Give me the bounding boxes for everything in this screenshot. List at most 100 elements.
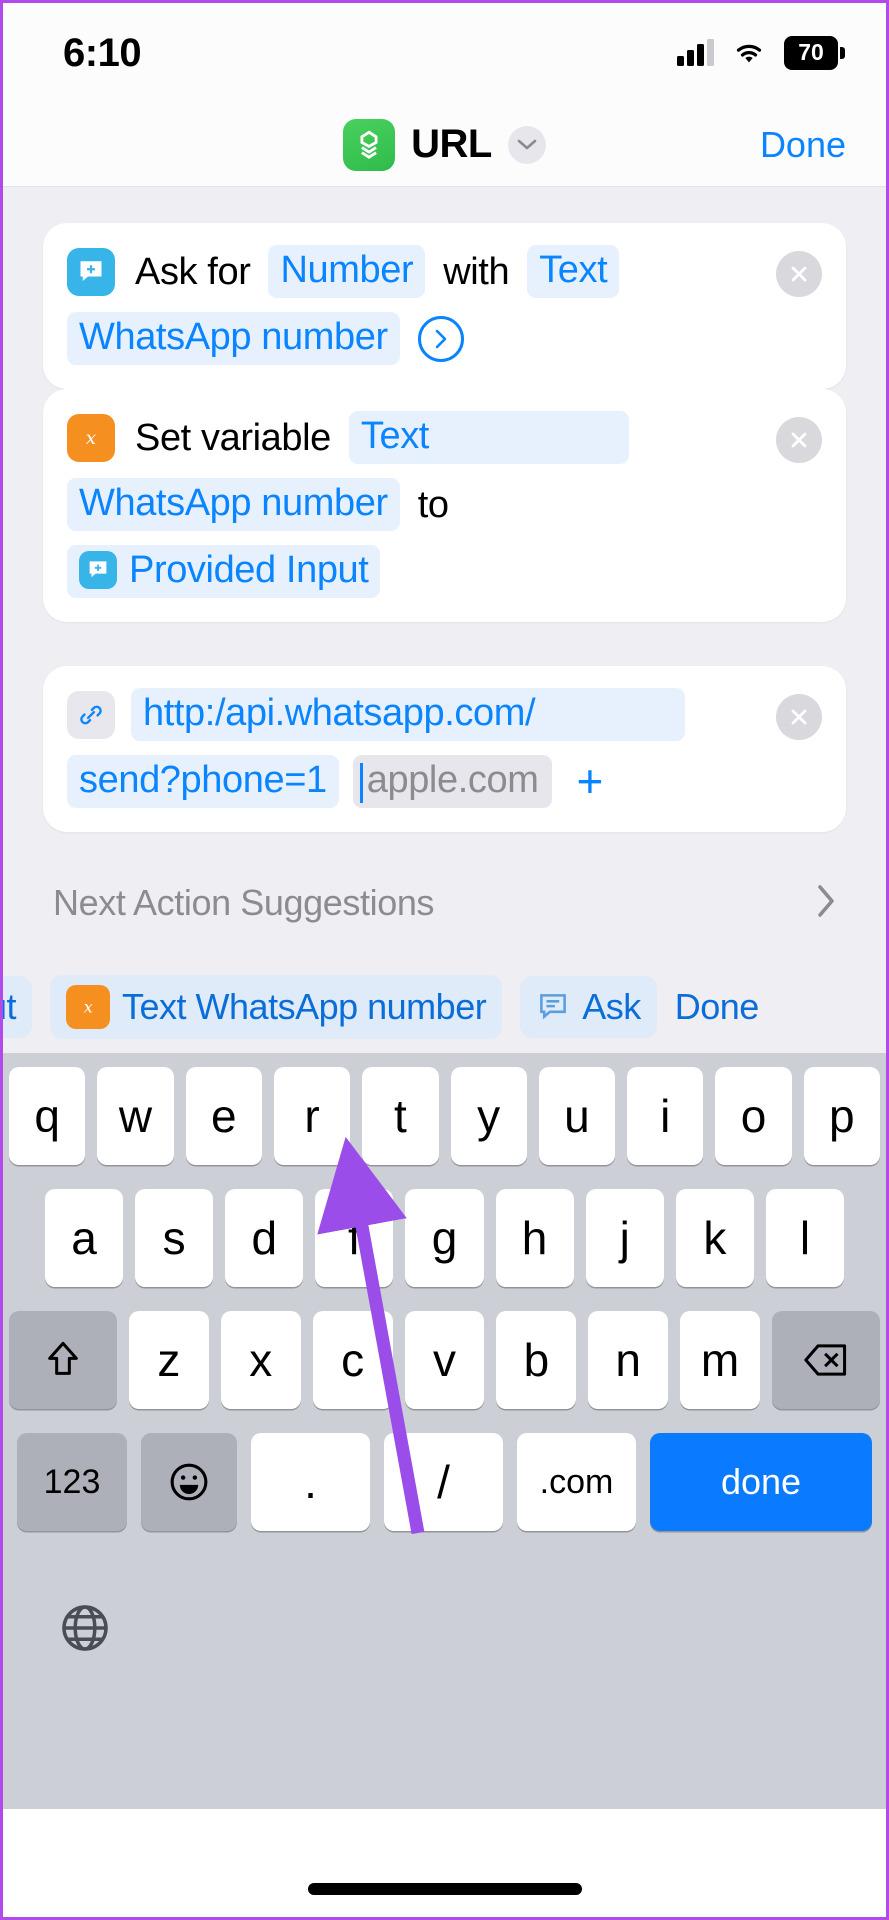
key-j[interactable]: j	[585, 1189, 664, 1287]
action-text: Set variable	[135, 416, 331, 459]
key-u[interactable]: u	[538, 1067, 616, 1165]
set-variable-icon: x	[66, 985, 111, 1029]
keyboard-row-3: zxcvbnm	[9, 1311, 881, 1409]
variable-suggestion-bar: ut x Text WhatsApp number Ask Done	[3, 961, 886, 1053]
shift-key[interactable]	[9, 1311, 117, 1409]
variable-name-pill[interactable]: WhatsApp number	[67, 478, 400, 531]
url-text-line2[interactable]: send?phone=1	[67, 755, 339, 808]
clipped-variable-chip[interactable]: ut	[3, 976, 33, 1038]
key-t[interactable]: t	[362, 1067, 439, 1165]
ask-prompt-type-pill[interactable]: Text	[527, 245, 620, 298]
key-c[interactable]: c	[312, 1311, 393, 1409]
ask-prompt-pill[interactable]: WhatsApp number	[67, 312, 400, 365]
keyboard-bottom-bar	[9, 1555, 880, 1705]
key-k[interactable]: k	[675, 1189, 754, 1287]
emoji-icon[interactable]	[141, 1433, 237, 1531]
next-action-suggestions[interactable]: Next Action Suggestions	[43, 882, 846, 924]
variable-chip-text-whatsapp-number[interactable]: x Text WhatsApp number	[50, 975, 503, 1039]
page-title: URL	[411, 122, 492, 166]
action-card-set-variable[interactable]: x Set variable Text WhatsApp number to P…	[43, 389, 846, 622]
url-input[interactable]: apple.com	[352, 755, 553, 808]
shortcut-editor: Ask for Number with Text WhatsApp number	[3, 187, 886, 961]
provided-input-icon	[79, 551, 117, 589]
action-row: WhatsApp number to	[67, 478, 822, 531]
status-bar: 6:10 70	[3, 3, 886, 103]
variable-chip-label: Text WhatsApp number	[122, 986, 487, 1027]
next-action-suggestions-label: Next Action Suggestions	[53, 882, 435, 923]
plus-icon[interactable]: +	[576, 758, 603, 804]
action-text: Ask for	[135, 250, 251, 293]
action-row: Ask for Number with Text	[67, 245, 822, 298]
action-text: to	[417, 483, 449, 526]
text-caret	[359, 763, 363, 803]
home-indicator	[307, 1883, 582, 1895]
status-time: 6:10	[63, 30, 142, 75]
slash-key[interactable]: /	[384, 1433, 503, 1531]
svg-text:x: x	[84, 998, 93, 1017]
action-row: WhatsApp number	[67, 312, 822, 365]
key-h[interactable]: h	[495, 1189, 574, 1287]
done-button[interactable]: Done	[760, 124, 846, 166]
key-s[interactable]: s	[135, 1189, 214, 1287]
key-w[interactable]: w	[97, 1067, 174, 1165]
key-i[interactable]: i	[627, 1067, 704, 1165]
ask-for-input-icon	[67, 247, 115, 296]
action-row: Provided Input	[67, 545, 822, 598]
close-icon[interactable]	[776, 251, 822, 297]
key-l[interactable]: l	[765, 1189, 844, 1287]
key-y[interactable]: y	[450, 1067, 527, 1165]
key-g[interactable]: g	[405, 1189, 484, 1287]
keyboard-row-1: qwertyuiop	[9, 1067, 880, 1165]
key-d[interactable]: d	[225, 1189, 304, 1287]
ask-type-pill[interactable]: Number	[268, 245, 426, 298]
key-o[interactable]: o	[715, 1067, 792, 1165]
navigation-bar: URL Done	[3, 103, 886, 187]
key-v[interactable]: v	[404, 1311, 485, 1409]
key-m[interactable]: m	[680, 1311, 761, 1409]
shortcuts-app-icon	[343, 118, 396, 171]
key-n[interactable]: n	[588, 1311, 669, 1409]
action-card-url[interactable]: http:/api.whatsapp.com/ send?phone=1 app…	[43, 666, 846, 832]
provided-input-label: Provided Input	[129, 549, 369, 591]
phone-screen: 6:10 70 URL Done Ask for Number with Tex…	[0, 0, 889, 1920]
action-row: send?phone=1 apple.com +	[67, 755, 822, 808]
backspace-key[interactable]	[772, 1311, 881, 1409]
action-text: with	[443, 250, 510, 293]
close-icon[interactable]	[776, 417, 822, 463]
action-row: http:/api.whatsapp.com/	[67, 688, 822, 741]
key-z[interactable]: z	[129, 1311, 209, 1409]
globe-icon[interactable]	[57, 1600, 113, 1661]
variable-chip-ask-label: Ask	[582, 986, 641, 1027]
chevron-right-circle-icon[interactable]	[417, 315, 464, 362]
numbers-key[interactable]: 123	[17, 1433, 127, 1531]
status-indicators: 70	[677, 36, 838, 70]
action-card-ask-for-input[interactable]: Ask for Number with Text WhatsApp number	[43, 223, 846, 389]
key-q[interactable]: q	[9, 1067, 86, 1165]
key-x[interactable]: x	[220, 1311, 301, 1409]
key-r[interactable]: r	[273, 1067, 351, 1165]
keyboard-row-4: 123 . / .com done	[9, 1433, 880, 1531]
period-key[interactable]: .	[251, 1433, 370, 1531]
key-e[interactable]: e	[185, 1067, 262, 1165]
key-f[interactable]: f	[315, 1189, 394, 1287]
key-a[interactable]: a	[45, 1189, 124, 1287]
close-icon[interactable]	[776, 694, 822, 740]
link-icon	[67, 690, 115, 739]
keyboard-row-2: asdfghjkl	[9, 1189, 880, 1287]
keyboard-done-key[interactable]: done	[650, 1433, 872, 1531]
signal-bars-icon	[677, 39, 714, 66]
dotcom-key[interactable]: .com	[517, 1433, 636, 1531]
chevron-down-icon[interactable]	[507, 125, 546, 164]
nav-title-group[interactable]: URL	[343, 118, 546, 171]
action-row: x Set variable Text	[67, 411, 822, 464]
url-placeholder-text: apple.com	[366, 759, 539, 801]
key-b[interactable]: b	[496, 1311, 577, 1409]
url-text-line1[interactable]: http:/api.whatsapp.com/	[131, 688, 686, 741]
key-p[interactable]: p	[803, 1067, 880, 1165]
keyboard-done-button[interactable]: Done	[675, 986, 760, 1028]
variable-chip-ask[interactable]: Ask	[520, 976, 657, 1038]
variable-type-pill[interactable]: Text	[348, 411, 629, 464]
provided-input-pill[interactable]: Provided Input	[67, 545, 381, 598]
chevron-right-icon[interactable]	[816, 884, 836, 923]
ask-for-input-icon	[540, 994, 567, 1020]
